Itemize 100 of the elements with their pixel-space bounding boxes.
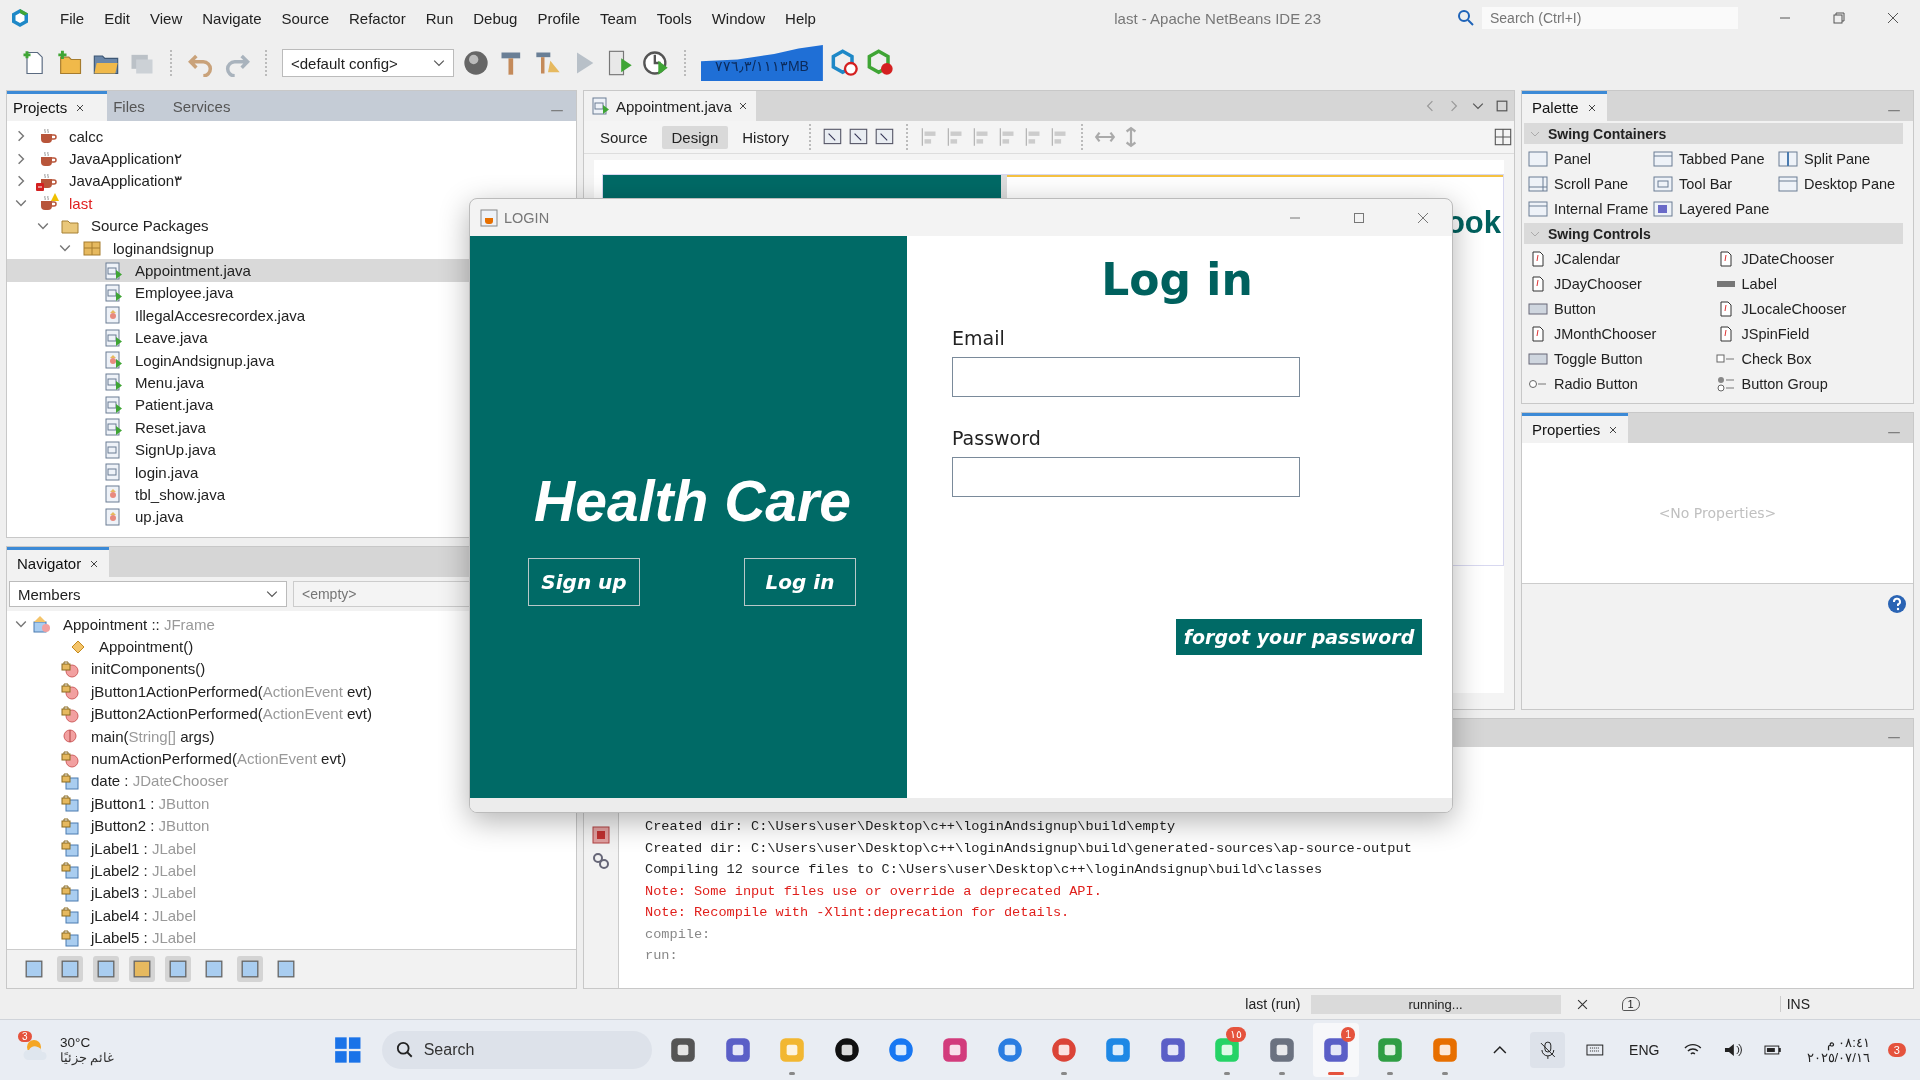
expander-icon[interactable]	[15, 130, 27, 143]
tree-item[interactable]: LoginAndsignup.java	[7, 348, 576, 372]
component-item[interactable]: Layered Pane	[1653, 196, 1778, 221]
profile-icon[interactable]	[642, 49, 670, 77]
close-icon[interactable]	[75, 102, 86, 113]
tree-item[interactable]: Employee.java	[7, 281, 576, 305]
component-item[interactable]: Desktop Pane	[1778, 171, 1903, 196]
input-language[interactable]: ENG	[1629, 1042, 1660, 1058]
tree-item[interactable]: jLabel3 : JLabel	[7, 881, 576, 905]
component-item[interactable]: JDateChooser	[1715, 246, 1903, 271]
close-icon[interactable]	[89, 558, 100, 569]
tree-item[interactable]: jButton2 : JButton	[7, 814, 576, 837]
menu-item[interactable]: Run	[415, 5, 464, 31]
taskbar-button[interactable]: 1	[1312, 1023, 1360, 1077]
menu-item[interactable]: Tools	[646, 5, 702, 31]
menu-item[interactable]: File	[50, 5, 95, 31]
component-item[interactable]: JMonthChooser	[1528, 321, 1716, 346]
panel-tab[interactable]: Files	[107, 91, 167, 121]
editor-tab[interactable]: Appointment.java	[584, 91, 756, 121]
new-project-icon[interactable]	[56, 49, 84, 77]
tree-item[interactable]: jButton1ActionPerformed(ActionEvent evt)	[7, 680, 576, 703]
outline-button[interactable]: Sign up	[528, 558, 640, 606]
tree-item[interactable]: JavaApplication٢	[7, 147, 576, 170]
tree-item[interactable]: date : JDateChooser	[7, 769, 576, 793]
clock-time[interactable]: ٠٨:٤١ م	[1826, 1035, 1870, 1050]
component-item[interactable]: Toggle Button	[1528, 346, 1716, 371]
component-item[interactable]: JDayChooser	[1528, 271, 1716, 296]
panel-tab[interactable]: Properties	[1522, 413, 1629, 443]
config-dropdown[interactable]: <default config>	[282, 49, 454, 77]
component-item[interactable]: Button Group	[1715, 371, 1903, 396]
members-dropdown[interactable]: Members	[9, 581, 287, 607]
tree-item[interactable]: calcc	[7, 125, 576, 148]
tree-item[interactable]: Leave.java	[7, 326, 576, 349]
component-item[interactable]: Tabbed Pane	[1653, 146, 1778, 171]
panel-tab[interactable]: Navigator	[7, 547, 110, 577]
taskbar-search[interactable]: Search	[381, 1031, 653, 1069]
menu-item[interactable]: Source	[271, 5, 339, 31]
tree-item[interactable]: jButton2ActionPerformed(ActionEvent evt)	[7, 702, 576, 725]
stop-icon[interactable]	[591, 825, 611, 845]
close-icon[interactable]	[1586, 102, 1597, 113]
gears-icon[interactable]	[591, 851, 611, 871]
cube-clock-icon[interactable]	[830, 49, 859, 77]
menu-item[interactable]: Team	[590, 5, 647, 31]
component-item[interactable]: Tool Bar	[1653, 171, 1778, 196]
square-icon[interactable]	[57, 956, 83, 982]
panel-tab[interactable]: Palette	[1522, 91, 1607, 121]
input-field[interactable]	[952, 357, 1300, 397]
tree-item[interactable]: numActionPerformed(ActionEvent evt)	[7, 747, 576, 770]
search-icon[interactable]	[1456, 8, 1476, 28]
lock-icon[interactable]	[129, 956, 155, 982]
menu-item[interactable]: Edit	[94, 5, 141, 31]
component-item[interactable]: JCalendar	[1528, 246, 1716, 271]
close-icon[interactable]	[1608, 424, 1619, 435]
input-field[interactable]	[952, 457, 1300, 497]
tree-item[interactable]: jLabel5 : JLabel	[7, 926, 576, 949]
clock-date[interactable]: ٢٠٢٥/٠٧/١٦	[1806, 1050, 1870, 1065]
tree-item[interactable]: Menu.java	[7, 371, 576, 394]
tree-item[interactable]: jButton1 : JButton	[7, 792, 576, 815]
tree-item[interactable]: Appointment()	[7, 635, 576, 658]
forgot-password-button[interactable]: forgot your password	[1176, 619, 1422, 655]
tree-item[interactable]: Appointment :: JFrame	[7, 613, 576, 636]
chevron-down-icon[interactable]	[1472, 100, 1484, 112]
taskbar-button[interactable]: ١٥	[1203, 1023, 1251, 1077]
tree-item[interactable]: SignUp.java	[7, 438, 576, 461]
palette-category[interactable]: Swing Containers	[1524, 123, 1903, 144]
expander-icon[interactable]	[15, 152, 27, 165]
class-icon[interactable]	[165, 956, 191, 982]
bar-icon[interactable]	[93, 956, 119, 982]
component-item[interactable]: Check Box	[1715, 346, 1903, 371]
component-item[interactable]: Label	[1715, 271, 1903, 296]
grid-icon[interactable]	[1492, 126, 1514, 148]
globe-icon[interactable]	[462, 49, 490, 77]
close-icon[interactable]	[737, 101, 748, 111]
component-item[interactable]: Split Pane	[1778, 146, 1903, 171]
close-icon[interactable]	[1887, 12, 1899, 24]
view-tab[interactable]: Design	[661, 125, 729, 149]
tree-item[interactable]: initComponents()	[7, 657, 576, 681]
panel-tab[interactable]: Services	[166, 91, 253, 121]
menu-item[interactable]: Help	[775, 5, 826, 31]
component-item[interactable]: Button	[1528, 296, 1716, 321]
notification-badge[interactable]: 3	[1887, 1043, 1906, 1057]
view-tab[interactable]: Source	[590, 125, 658, 149]
palette-category[interactable]: Swing Controls	[1524, 223, 1903, 244]
component-item[interactable]: Internal Frame	[1528, 196, 1653, 221]
component-item[interactable]: Panel	[1528, 146, 1653, 171]
menu-item[interactable]: View	[140, 5, 193, 31]
menu-item[interactable]: Navigate	[192, 5, 272, 31]
menu-item[interactable]: Profile	[527, 5, 590, 31]
tree-item[interactable]: loginandsignup	[7, 236, 576, 260]
view-tab[interactable]: History	[732, 125, 799, 149]
cube-stop-icon[interactable]	[866, 49, 895, 77]
menu-item[interactable]: Refactor	[339, 5, 416, 31]
tree-item[interactable]: JavaApplication٣	[7, 169, 576, 193]
close-icon[interactable]	[1576, 998, 1588, 1010]
component-item[interactable]: Radio Button	[1528, 371, 1716, 396]
search-field[interactable]: Search (Ctrl+I)	[1482, 7, 1738, 29]
menu-item[interactable]: Window	[701, 5, 776, 31]
component-item[interactable]: JSpinField	[1715, 321, 1903, 346]
tree-item[interactable]: main(String[] args)	[7, 724, 576, 748]
maximize-icon[interactable]	[1496, 100, 1508, 112]
